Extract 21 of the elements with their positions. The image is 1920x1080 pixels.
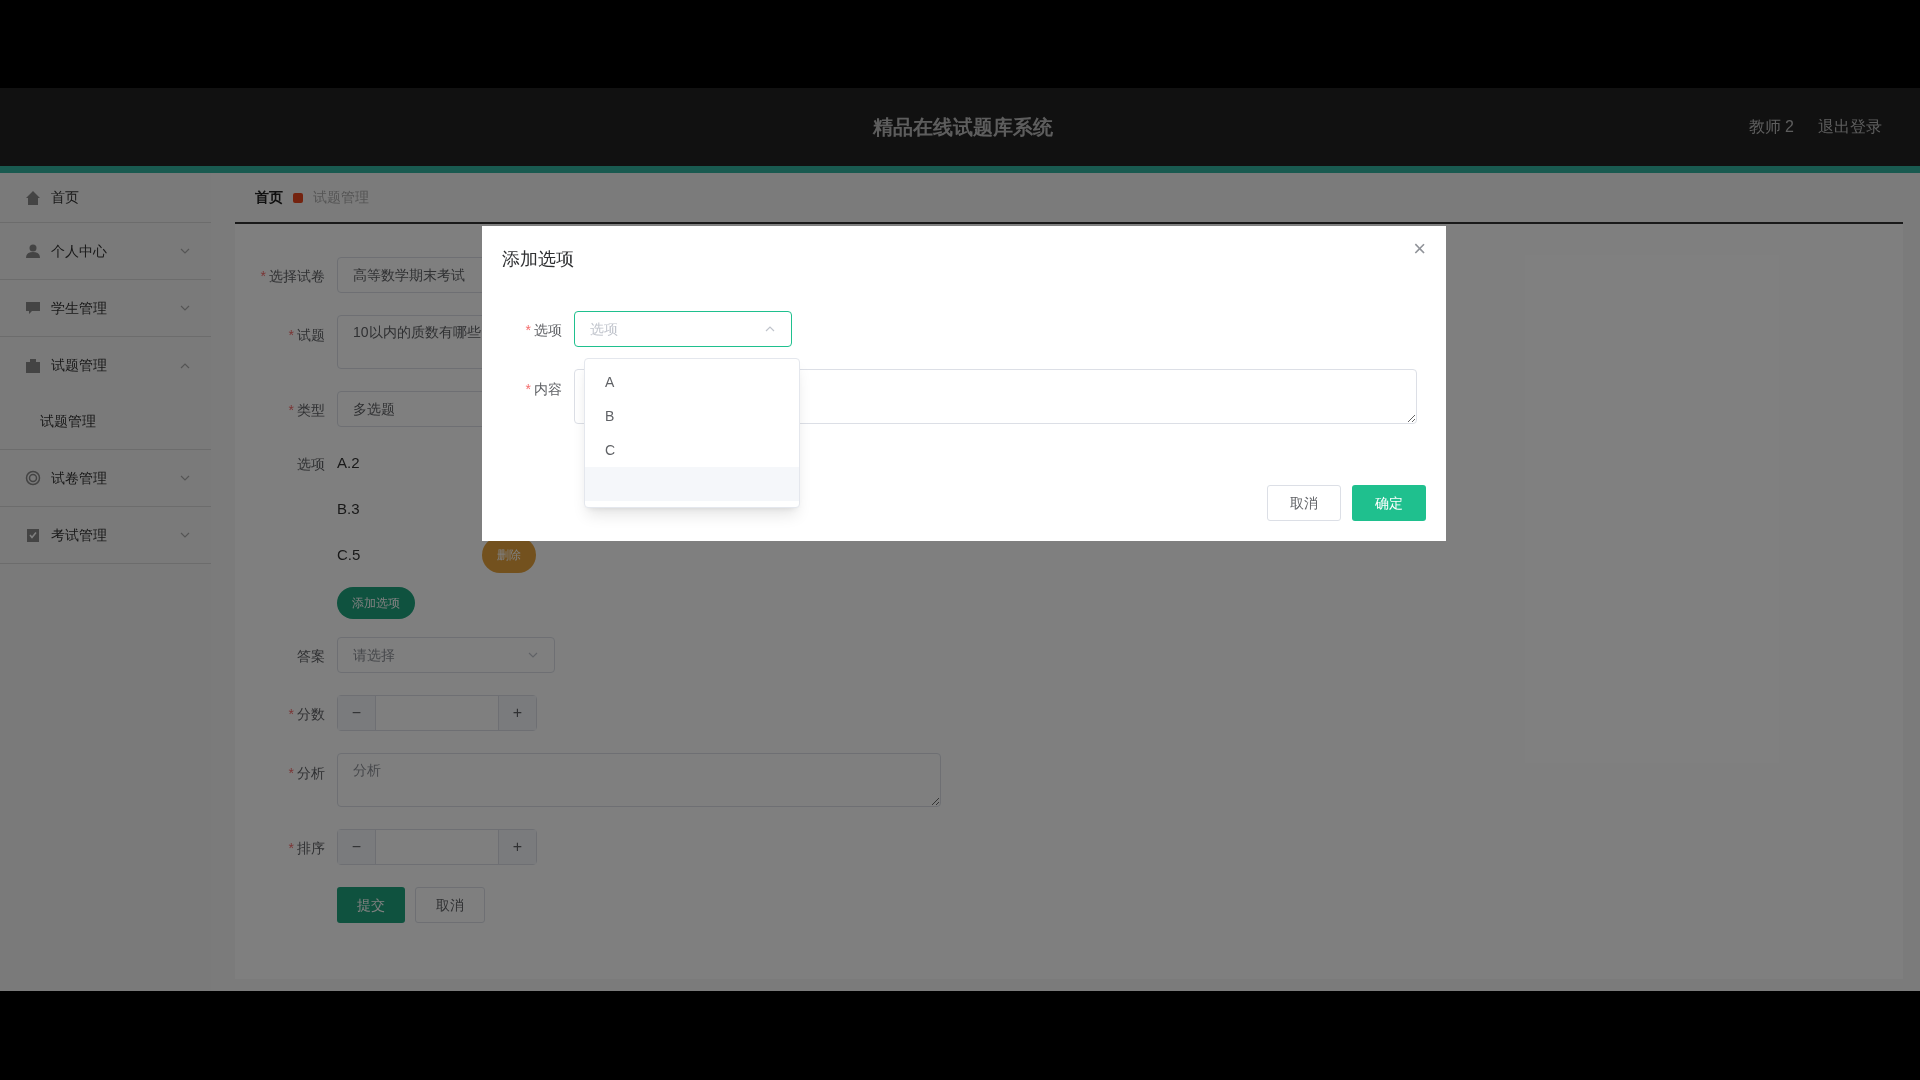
user-name: 教师 2: [1748, 117, 1794, 137]
app-title: 精品在线试题库系统: [873, 115, 1053, 140]
field-label: 排序: [297, 839, 325, 858]
required-mark: *: [288, 839, 294, 858]
field-label: 分数: [297, 705, 325, 724]
required-mark: *: [260, 267, 266, 286]
field-label: 选项: [534, 321, 562, 340]
field-label: 选择试卷: [269, 267, 325, 286]
option-text: A.2: [337, 452, 361, 473]
required-mark: *: [288, 326, 294, 345]
required-mark: *: [288, 764, 294, 783]
required-mark: *: [525, 321, 531, 340]
required-mark: *: [288, 401, 294, 420]
field-label: 分析: [297, 764, 325, 783]
field-label: 选项: [297, 455, 325, 474]
field-label: 类型: [297, 401, 325, 420]
required-mark: *: [288, 705, 294, 724]
field-label: 答案: [297, 647, 325, 666]
option-text: B.3: [337, 498, 361, 519]
option-text: C.5: [337, 544, 362, 565]
field-label: 试题: [297, 326, 325, 345]
